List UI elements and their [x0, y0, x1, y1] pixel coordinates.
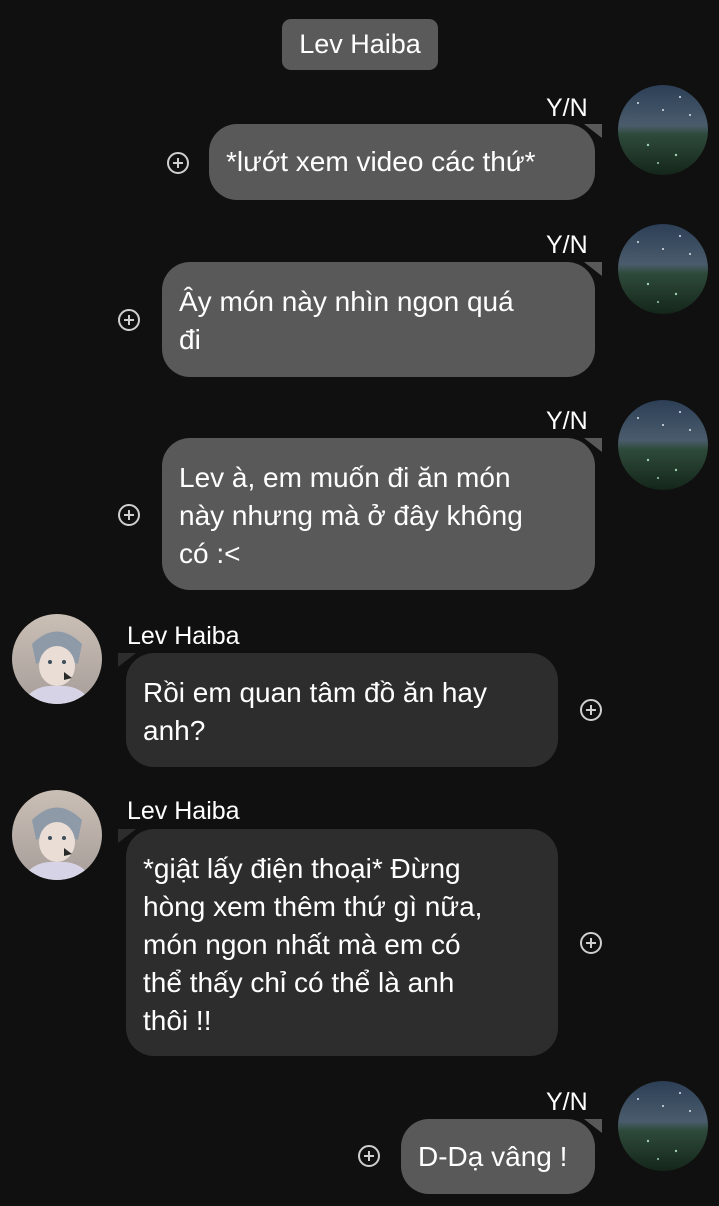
sender-name: Y/N [546, 407, 588, 435]
message-bubble[interactable]: Lev à, em muốn đi ăn món này nhưng mà ở … [162, 438, 595, 590]
message-text: *giật lấy điện thoại* Đừng hòng xem thêm… [143, 853, 483, 1036]
message-bubble[interactable]: *lướt xem video các thứ* [209, 124, 595, 200]
message-bubble[interactable]: Rồi em quan tâm đồ ăn hay anh? [126, 653, 558, 767]
message-text: D-Dạ vâng ! [418, 1141, 568, 1172]
yn-avatar[interactable] [618, 1081, 708, 1171]
sender-name: Lev Haiba [127, 797, 240, 825]
add-circle-icon[interactable] [358, 1145, 380, 1167]
yn-avatar[interactable] [618, 85, 708, 175]
message-text: *lướt xem video các thứ* [226, 146, 536, 177]
yn-avatar[interactable] [618, 224, 708, 314]
sender-name: Lev Haiba [127, 622, 240, 650]
yn-avatar[interactable] [618, 400, 708, 490]
lev-avatar[interactable] [12, 614, 102, 704]
message-text: Ây món này nhìn ngon quá đi [179, 286, 514, 355]
message-bubble[interactable]: Ây món này nhìn ngon quá đi [162, 262, 595, 377]
message-text: Rồi em quan tâm đồ ăn hay anh? [143, 677, 487, 746]
chat-title: Lev Haiba [299, 29, 421, 59]
add-circle-icon[interactable] [580, 699, 602, 721]
chat-title-chip: Lev Haiba [282, 19, 438, 70]
sender-name: Y/N [546, 1088, 588, 1116]
add-circle-icon[interactable] [118, 504, 140, 526]
message-bubble[interactable]: D-Dạ vâng ! [401, 1119, 595, 1194]
add-circle-icon[interactable] [167, 152, 189, 174]
sender-name: Y/N [546, 231, 588, 259]
message-bubble[interactable]: *giật lấy điện thoại* Đừng hòng xem thêm… [126, 829, 558, 1056]
lev-avatar[interactable] [12, 790, 102, 880]
add-circle-icon[interactable] [118, 309, 140, 331]
message-text: Lev à, em muốn đi ăn món này nhưng mà ở … [179, 462, 523, 569]
sender-name: Y/N [546, 94, 588, 122]
add-circle-icon[interactable] [580, 932, 602, 954]
